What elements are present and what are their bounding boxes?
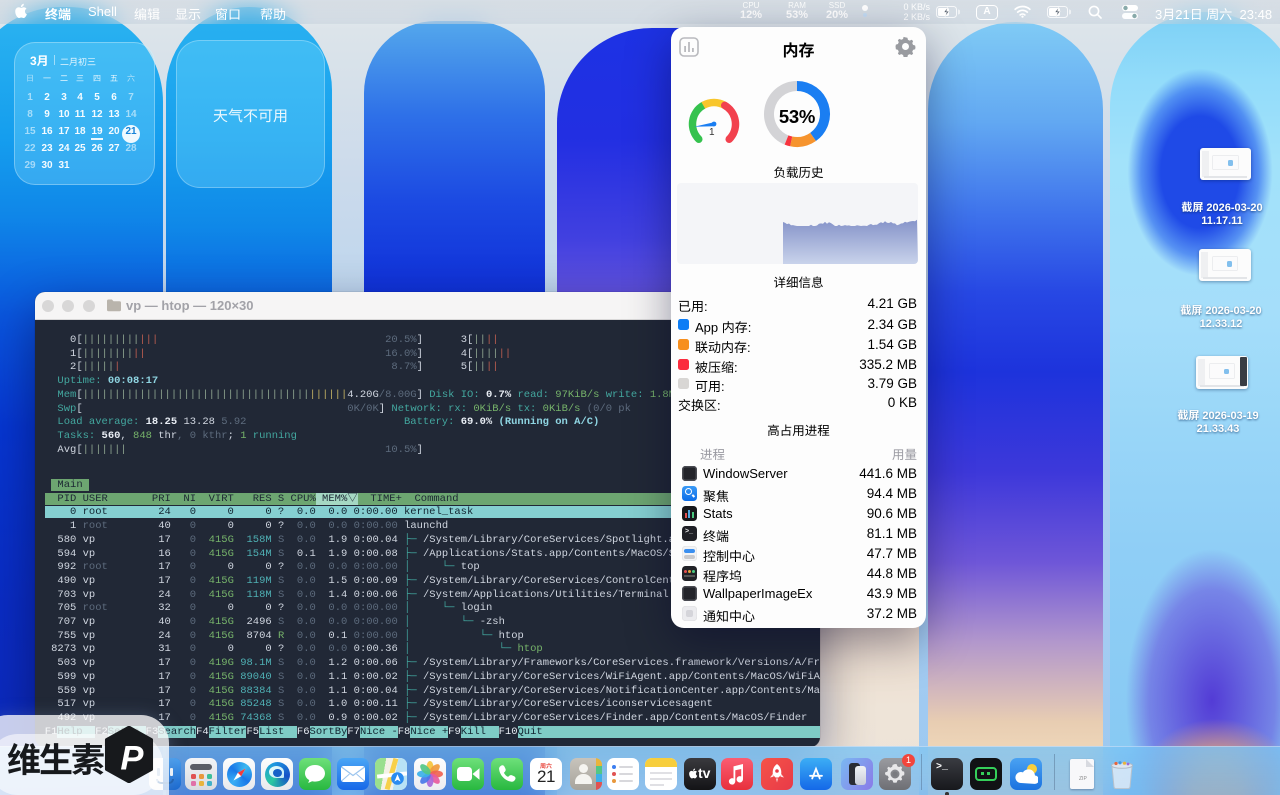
svg-text:P: P xyxy=(120,739,144,777)
